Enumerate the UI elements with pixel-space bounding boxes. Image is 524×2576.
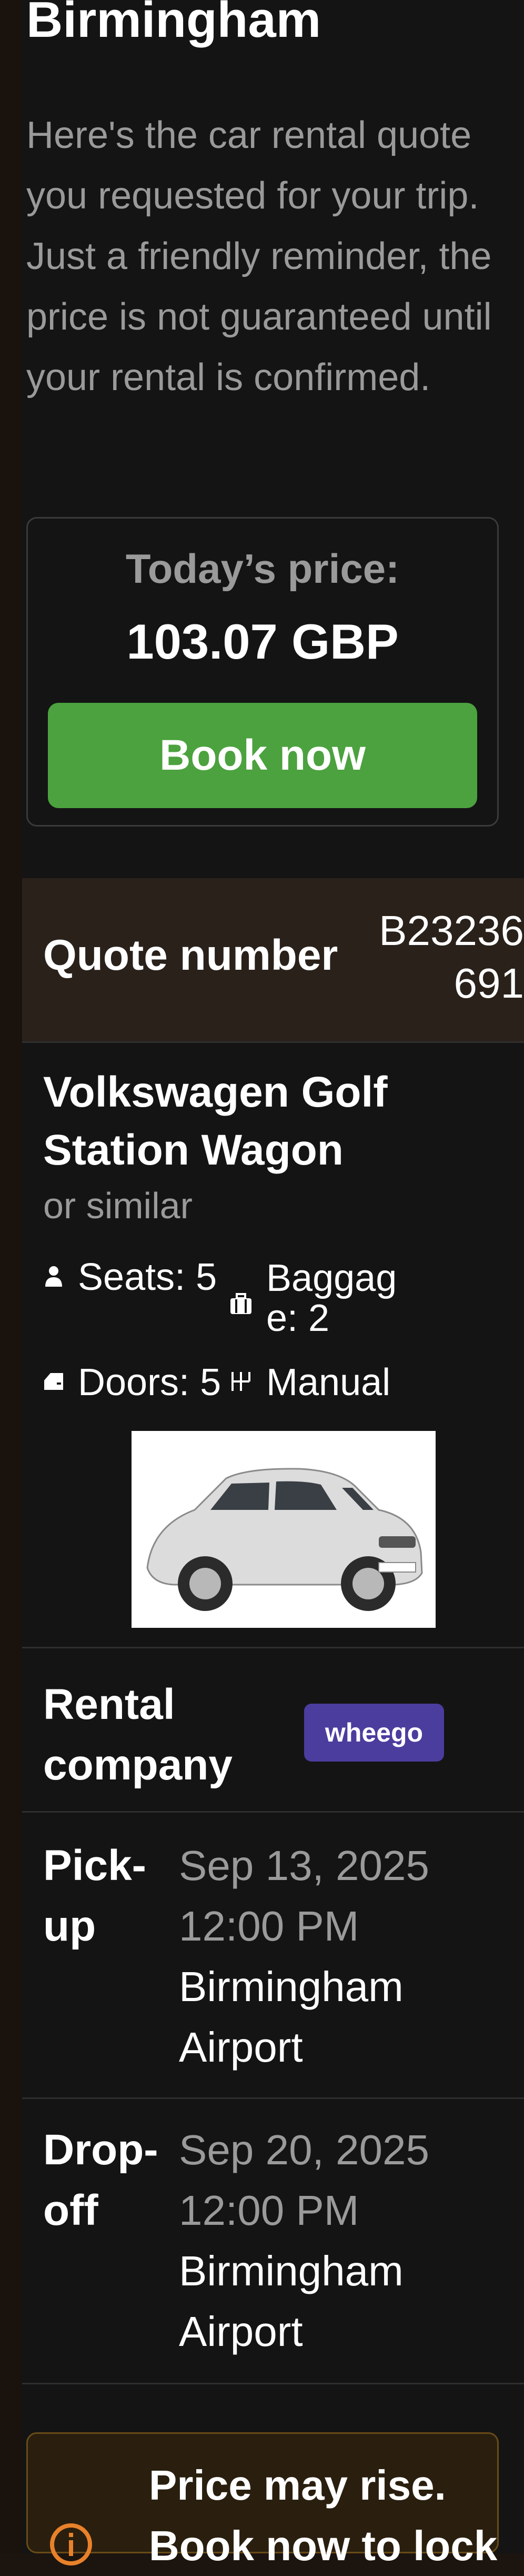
price-card: Today’s price: 103.07 GBP Book now — [26, 517, 499, 827]
price-warning-line: Book now to lock — [149, 2522, 498, 2569]
page-left-edge — [0, 0, 22, 2553]
price-warning-text: Price may rise. Book now to lock — [149, 2455, 497, 2576]
book-now-button[interactable]: Book now — [48, 703, 477, 808]
page-title: Birmingham — [26, 0, 321, 48]
price-label: Today’s price: — [125, 545, 400, 592]
price-value: 103.07 GBP — [126, 614, 399, 669]
price-warning-banner: Price may rise. Book now to lock — [26, 2432, 499, 2569]
price-warning-line: Price may rise. — [149, 2462, 446, 2509]
intro-text: Here's the car rental quote you requeste… — [26, 114, 492, 399]
info-icon — [50, 2523, 92, 2565]
